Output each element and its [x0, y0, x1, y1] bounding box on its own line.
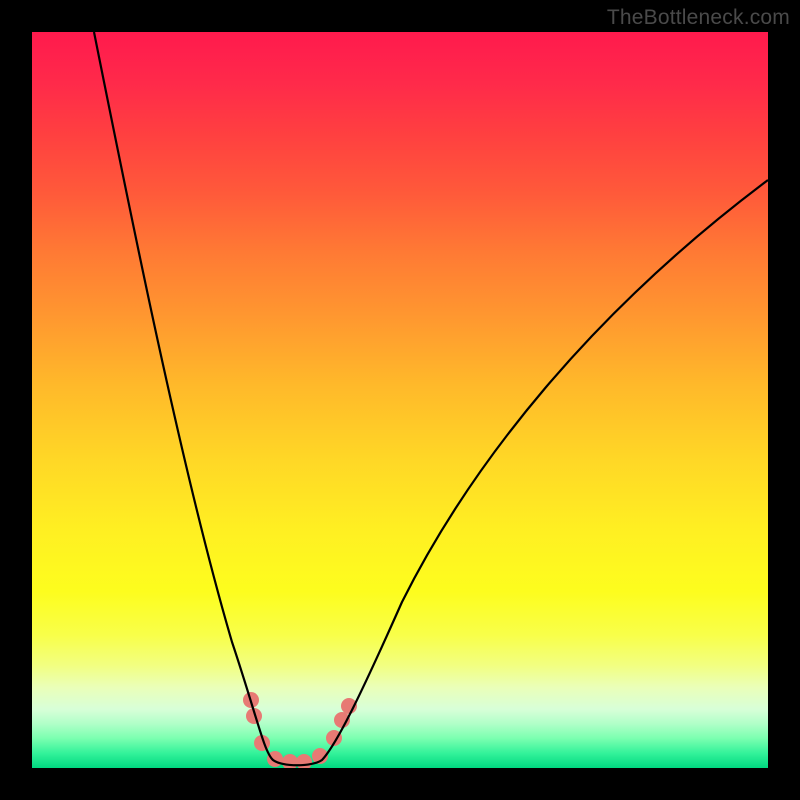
plot-area [32, 32, 768, 768]
bottleneck-curve [94, 32, 768, 765]
outer-frame: TheBottleneck.com [0, 0, 800, 800]
watermark-text: TheBottleneck.com [607, 6, 790, 30]
chart-svg [32, 32, 768, 768]
